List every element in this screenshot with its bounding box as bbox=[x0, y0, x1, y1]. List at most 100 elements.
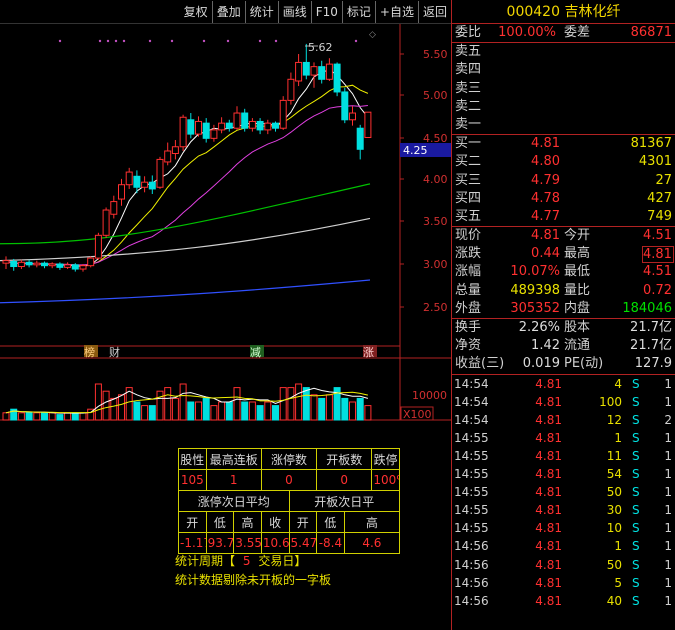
ask-row[interactable]: 卖二 bbox=[452, 98, 675, 116]
bid-volume: 4301 bbox=[638, 154, 672, 170]
tick-time: 14:56 bbox=[454, 539, 489, 554]
signal-dot bbox=[354, 39, 358, 43]
volume-bar-up bbox=[248, 401, 256, 421]
fin-value: 127.9 bbox=[634, 356, 672, 372]
tick-count: 1 bbox=[664, 376, 672, 391]
fuquan-button[interactable]: 复权 bbox=[180, 1, 212, 23]
volume-bar-up bbox=[210, 405, 218, 421]
candle-down bbox=[272, 122, 279, 129]
period-value[interactable]: 5 bbox=[239, 554, 255, 568]
stats-value: 1 bbox=[205, 469, 262, 491]
tick-price: 4.81 bbox=[535, 448, 562, 463]
draw-line-button[interactable]: 画线 bbox=[277, 0, 311, 23]
stat-value: 4.51 bbox=[643, 264, 672, 280]
stats-header: 股性 bbox=[178, 448, 207, 470]
ask-book: 卖五 卖四 卖三 卖二 卖一 bbox=[452, 43, 675, 134]
volume-bar-up bbox=[156, 390, 164, 421]
volume-bar-up bbox=[64, 412, 72, 421]
tick-volume: 1 bbox=[614, 430, 622, 445]
volume-bar-up bbox=[102, 390, 110, 421]
tick-count: 1 bbox=[664, 503, 672, 518]
stats-subvalue: 4.6 bbox=[343, 532, 401, 554]
volume-bar-up bbox=[364, 405, 372, 421]
volume-bar-down bbox=[272, 405, 279, 421]
volume-bar-up bbox=[33, 412, 41, 421]
candle-down bbox=[71, 264, 79, 270]
stats-header: 涨停数 bbox=[260, 448, 318, 470]
ask-row[interactable]: 卖三 bbox=[452, 80, 675, 98]
ask-row[interactable]: 卖四 bbox=[452, 61, 675, 79]
candle-up bbox=[364, 111, 372, 138]
tick-price: 4.81 bbox=[535, 412, 562, 427]
statistics-button[interactable]: 统计 bbox=[244, 0, 278, 23]
signal-dot bbox=[226, 39, 230, 43]
bid-price: 4.81 bbox=[531, 136, 560, 152]
overlay-button[interactable]: 叠加 bbox=[211, 0, 245, 23]
ma60-line bbox=[0, 183, 371, 245]
bid-row[interactable]: 买三 4.79 27 bbox=[452, 172, 675, 190]
stats-subheader: 低 bbox=[316, 511, 345, 533]
tick-volume: 11 bbox=[606, 448, 622, 463]
bid-volume: 749 bbox=[647, 208, 672, 224]
candle-up bbox=[179, 116, 187, 148]
tick-volume: 5 bbox=[614, 575, 622, 590]
volume-bars bbox=[2, 383, 372, 421]
price-tick-label: 4.00 bbox=[423, 173, 448, 186]
volume-axis-label: 10000 bbox=[412, 389, 447, 402]
signal-dot bbox=[114, 39, 118, 43]
stats-value: 0 bbox=[316, 469, 373, 491]
stat-value: 4.81 bbox=[531, 228, 560, 244]
event-marker-reduce[interactable]: 减 bbox=[250, 346, 261, 359]
candle-up bbox=[218, 122, 226, 131]
volume-bar-down bbox=[356, 397, 364, 421]
event-marker-bang[interactable]: 榜 bbox=[84, 345, 95, 359]
tick-row: 14:54 4.81 100 S 1 bbox=[452, 393, 675, 411]
candle-down bbox=[302, 61, 310, 76]
tick-time: 14:55 bbox=[454, 503, 489, 518]
back-button[interactable]: 返回 bbox=[417, 0, 451, 23]
stats-subheader: 高 bbox=[343, 511, 401, 533]
tick-price: 4.81 bbox=[535, 575, 562, 590]
add-watchlist-button[interactable]: +自选 bbox=[374, 0, 418, 23]
volume-bar-down bbox=[56, 414, 64, 421]
tick-count: 1 bbox=[664, 430, 672, 445]
mark-button[interactable]: 标记 bbox=[341, 0, 375, 23]
ask-row[interactable]: 卖五 bbox=[452, 43, 675, 61]
tick-volume: 50 bbox=[606, 485, 622, 500]
stats-header: 跌停 bbox=[371, 448, 400, 470]
fin-value: 1.42 bbox=[531, 338, 560, 354]
candle-up bbox=[310, 66, 318, 76]
tick-price: 4.81 bbox=[535, 557, 562, 572]
stats-group-header: 开板次日平 bbox=[288, 490, 400, 512]
kline-chart[interactable]: 5.50 5.00 4.50 4.00 3.50 3.00 2.50 4.25 … bbox=[0, 24, 451, 424]
price-tick-label: 3.00 bbox=[423, 258, 448, 271]
tick-list[interactable]: 14:54 4.81 4 S 1 14:54 4.81 100 S 1 14:54 4.81 12 S 2 1… bbox=[452, 375, 675, 610]
candle-up bbox=[287, 78, 295, 101]
candle-up bbox=[349, 112, 356, 121]
tick-time: 14:54 bbox=[454, 412, 489, 427]
candle-down bbox=[318, 66, 326, 80]
fin-label: PE(动) bbox=[564, 356, 604, 372]
moving-average-lines bbox=[0, 68, 371, 304]
signal-dot bbox=[122, 39, 126, 43]
bid-label: 买一 bbox=[455, 136, 482, 152]
fin-value: 2.26% bbox=[518, 320, 560, 335]
ask-row[interactable]: 卖一 bbox=[452, 116, 675, 134]
f10-button[interactable]: F10 bbox=[310, 0, 342, 23]
period-label: 统计周期【 bbox=[175, 554, 236, 568]
ma250-line bbox=[0, 279, 371, 304]
bid-row[interactable]: 买五 4.77 749 bbox=[452, 208, 675, 226]
bid-row[interactable]: 买二 4.80 4301 bbox=[452, 153, 675, 171]
candle-up bbox=[17, 261, 25, 268]
volume-bar-down bbox=[133, 401, 141, 421]
volume-bar-up bbox=[218, 401, 226, 421]
candle-up bbox=[94, 234, 102, 259]
event-marker-limit-up[interactable]: 涨 bbox=[363, 346, 374, 359]
bid-volume: 81367 bbox=[630, 136, 672, 152]
bid-row[interactable]: 买一 4.81 81367 bbox=[452, 135, 675, 153]
fundamentals: 换手 2.26% 股本 21.7亿 净资 1.42 流通 21.7亿 收益(三) 0.019 PE(… bbox=[452, 319, 675, 374]
bid-row[interactable]: 买四 4.78 427 bbox=[452, 190, 675, 208]
event-marker-finance[interactable]: 财 bbox=[109, 345, 120, 359]
tick-price: 4.81 bbox=[535, 485, 562, 500]
bid-volume: 427 bbox=[647, 190, 672, 206]
